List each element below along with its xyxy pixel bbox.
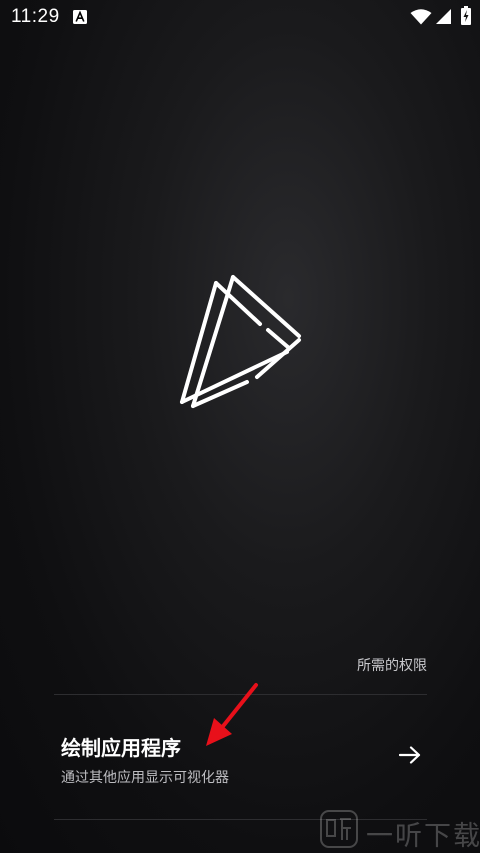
triangle-play-logo: [180, 275, 301, 408]
status-time: 11:29: [11, 6, 60, 27]
watermark-text: 一听下载: [366, 821, 480, 852]
permissions-section-label: 所需的权限: [357, 658, 427, 674]
red-annotation-arrow-icon: [206, 683, 258, 746]
battery-icon: [461, 6, 471, 25]
a-notification-icon: [73, 10, 87, 24]
arrow-right-icon[interactable]: [399, 746, 421, 764]
signal-icon: [436, 9, 451, 24]
watermark-logo-icon: [320, 810, 358, 848]
permission-description: 通过其他应用显示可视化器: [61, 770, 229, 786]
permission-title: 绘制应用程序: [61, 736, 181, 760]
watermark: 一听下载: [318, 806, 480, 853]
wifi-icon: [410, 9, 432, 25]
app-screen: 11:29 所需的权限 绘制应用程序 通过其他应用显示可视化器 一听下载: [0, 0, 480, 853]
status-bar: 11:29: [0, 0, 480, 34]
